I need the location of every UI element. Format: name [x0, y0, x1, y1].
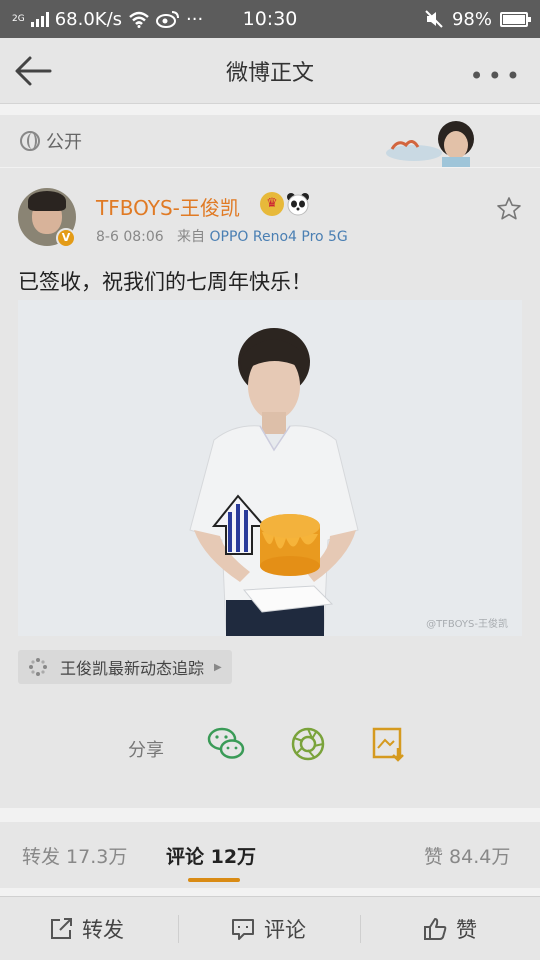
active-tab-indicator: [188, 878, 240, 882]
like-label: 赞: [456, 918, 477, 942]
post-photo[interactable]: @TFBOYS-王俊凯: [18, 300, 522, 636]
app-header: 微博正文 •••: [0, 38, 540, 104]
divider: [360, 915, 361, 943]
fan-badge-icon[interactable]: [384, 115, 494, 167]
save-image-icon[interactable]: [368, 724, 408, 764]
weibo-icon: [156, 11, 180, 28]
repost-button[interactable]: 转发: [48, 897, 124, 960]
tab-comment[interactable]: 评论 12万: [166, 842, 256, 869]
tab-like[interactable]: 赞 84.4万: [424, 842, 510, 869]
post-username[interactable]: TFBOYS-王俊凯: [96, 192, 240, 221]
battery-icon: [500, 11, 531, 27]
comment-label: 评论: [264, 918, 306, 942]
weibo-post: V TFBOYS-王俊凯 ♛ 8-6 08:06 来自 OPPO Reno4 P…: [0, 168, 540, 808]
more-options-icon[interactable]: •••: [470, 62, 524, 90]
tab-repost[interactable]: 转发 17.3万: [22, 842, 127, 869]
repost-label: 转发: [82, 918, 124, 942]
bottom-action-bar: 转发 评论 赞: [0, 896, 540, 960]
status-bar: 2G 68.0K/s ··· 10:30 98%: [0, 0, 540, 38]
post-text: 已签收，祝我们的七周年快乐！: [18, 270, 312, 294]
stats-tabs: 转发 17.3万 评论 12万 赞 84.4万: [0, 822, 540, 888]
status-more-icon: ···: [186, 8, 204, 30]
favorite-star-icon[interactable]: [496, 196, 522, 222]
back-arrow-icon[interactable]: [14, 53, 52, 89]
divider: [178, 915, 179, 943]
moments-icon[interactable]: [288, 724, 328, 764]
thumbs-up-icon: [424, 918, 447, 940]
panda-badge-icon[interactable]: [286, 192, 310, 216]
repost-icon: [51, 918, 72, 939]
mute-icon: [425, 10, 443, 28]
topic-arrow-icon: ▶: [214, 661, 222, 673]
globe-icon: [20, 131, 40, 151]
topic-dots-icon: [29, 658, 47, 676]
photo-illustration: [18, 300, 522, 636]
visibility-label: 公开: [46, 132, 82, 153]
network-type: 2G: [12, 13, 25, 24]
share-row: 分享: [0, 724, 540, 768]
visibility-bar: 公开: [0, 115, 540, 167]
photo-watermark: @TFBOYS-王俊凯: [426, 619, 508, 630]
wifi-icon: [129, 11, 149, 28]
crown-badge-icon[interactable]: ♛: [260, 192, 284, 216]
network-speed: 68.0K/s: [54, 8, 123, 30]
topic-tag-label: 王俊凯最新动态追踪: [60, 659, 205, 678]
page-title: 微博正文: [225, 60, 314, 86]
post-meta: 8-6 08:06 来自 OPPO Reno4 Pro 5G: [96, 226, 348, 246]
comment-icon: [232, 919, 254, 940]
comment-button[interactable]: 评论: [230, 897, 306, 960]
source-device-link[interactable]: OPPO Reno4 Pro 5G: [209, 229, 347, 245]
post-timestamp: 8-6 08:06: [96, 229, 164, 245]
like-button[interactable]: 赞: [422, 897, 477, 960]
verified-badge-icon: V: [56, 228, 76, 248]
source-prefix: 来自: [177, 229, 206, 245]
battery-percent: 98%: [451, 8, 492, 30]
wechat-icon[interactable]: [206, 724, 246, 764]
signal-icon: [30, 11, 49, 27]
topic-tag[interactable]: 王俊凯最新动态追踪 ▶: [18, 650, 232, 684]
share-label: 分享: [128, 740, 164, 761]
